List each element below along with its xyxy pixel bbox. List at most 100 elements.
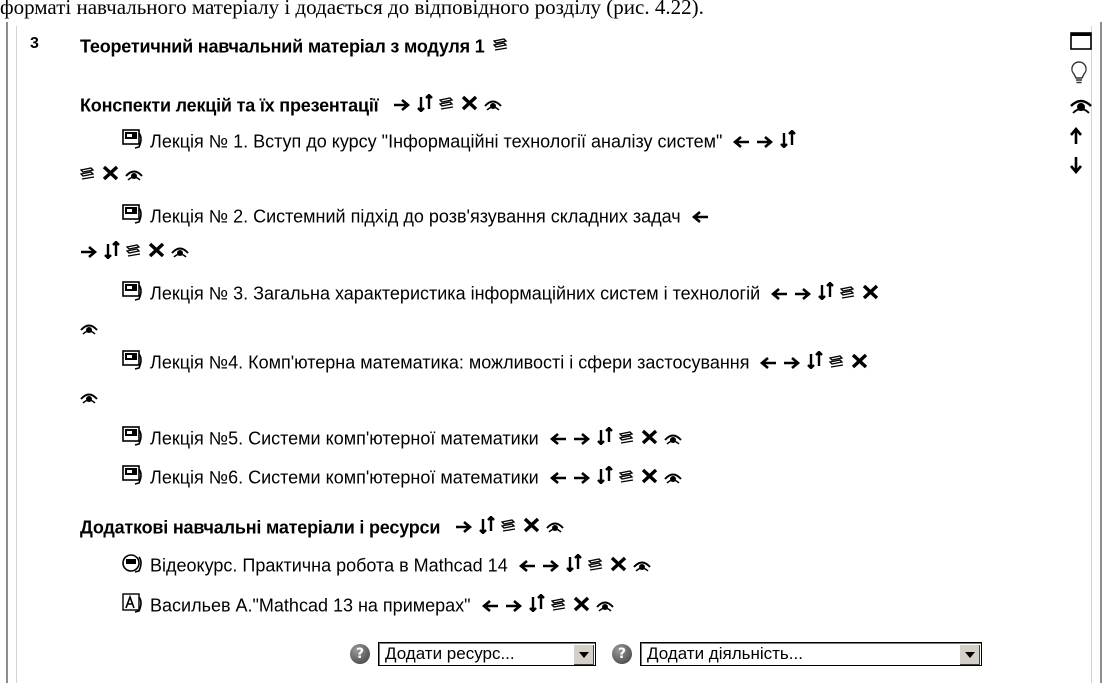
edit-icon[interactable] (493, 35, 509, 57)
eye-icon[interactable] (484, 94, 503, 116)
resource-link[interactable]: Лекція № 1. Вступ до курсу "Інформаційні… (150, 132, 722, 152)
help-icon[interactable]: ? (612, 644, 632, 664)
dropdown-arrow-icon[interactable] (573, 644, 594, 665)
move-icon[interactable] (565, 553, 582, 577)
document-text-fragment: форматі навчального матеріалу і додаєтьс… (0, 0, 704, 19)
resource-link[interactable]: Лекція №6. Системи комп'ютерної математи… (150, 468, 539, 488)
label-title: Додаткові навчальні матеріали і ресурси (80, 517, 441, 538)
eye-icon[interactable] (663, 467, 682, 489)
move-icon[interactable] (780, 129, 797, 153)
delete-icon[interactable] (573, 595, 590, 617)
left-arrow-icon[interactable] (732, 131, 750, 153)
eye-icon[interactable] (125, 164, 143, 186)
move-icon[interactable] (596, 426, 613, 450)
right-arrow-icon[interactable] (455, 516, 473, 538)
pdf-icon (122, 593, 144, 618)
eye-icon[interactable] (80, 318, 98, 340)
label-row: Додаткові навчальні матеріали і ресурси (80, 515, 564, 539)
resource-controls (732, 129, 797, 153)
section-title-row: Теоретичний навчальний матеріал з модуля… (80, 34, 509, 57)
show-only-section-icon[interactable] (1070, 32, 1096, 55)
left-arrow-icon[interactable] (770, 283, 788, 305)
left-arrow-icon[interactable] (481, 595, 499, 617)
help-icon[interactable]: ? (350, 644, 370, 664)
left-arrow-icon[interactable] (549, 467, 567, 489)
resource-controls-wrap (80, 317, 98, 340)
edit-icon[interactable] (618, 428, 635, 450)
edit-icon[interactable] (125, 241, 142, 263)
edit-icon[interactable] (439, 94, 455, 116)
resource-link[interactable]: Лекція №5. Системи комп'ютерної математи… (150, 429, 539, 449)
edit-icon[interactable] (618, 467, 635, 489)
eye-icon[interactable] (546, 516, 564, 538)
left-arrow-icon[interactable] (549, 428, 567, 450)
move-icon[interactable] (479, 515, 495, 539)
resource-controls-wrap (79, 163, 143, 186)
resource-controls-wrap (80, 386, 98, 409)
add-resource-select[interactable]: Додати ресурс... (378, 642, 596, 666)
section-number: 3 (30, 35, 39, 52)
edit-icon[interactable] (550, 595, 567, 617)
eye-icon[interactable] (663, 428, 682, 450)
move-down-icon[interactable] (1070, 156, 1096, 179)
resource-row: Лекція № 2. Системний підхід до розв'язу… (122, 204, 709, 229)
move-icon[interactable] (807, 350, 824, 374)
edit-icon[interactable] (829, 352, 845, 374)
resource-controls (80, 387, 98, 409)
resource-link[interactable]: Лекція № 3. Загальна характеристика інфо… (150, 284, 760, 304)
delete-icon[interactable] (523, 516, 540, 538)
right-arrow-icon[interactable] (573, 428, 591, 450)
right-arrow-icon[interactable] (756, 131, 774, 153)
eye-icon[interactable] (80, 387, 98, 409)
dropdown-arrow-icon[interactable] (959, 644, 980, 665)
move-icon[interactable] (818, 281, 834, 305)
edit-icon[interactable] (587, 555, 604, 577)
resource-link[interactable]: Відеокурс. Практична робота в Mathcad 14 (150, 556, 508, 576)
right-arrow-icon[interactable] (783, 352, 801, 374)
move-icon[interactable] (528, 593, 545, 617)
edit-icon[interactable] (79, 164, 96, 186)
label-controls (393, 93, 503, 117)
right-arrow-icon[interactable] (80, 241, 98, 263)
right-arrow-icon[interactable] (794, 283, 812, 305)
move-up-icon[interactable] (1070, 126, 1096, 150)
delete-icon[interactable] (102, 164, 119, 186)
left-arrow-icon[interactable] (759, 352, 777, 374)
right-arrow-icon[interactable] (393, 94, 411, 116)
resource-controls-wrap (80, 240, 189, 264)
resource-link[interactable]: Лекція № 2. Системний підхід до розв'язу… (150, 207, 681, 227)
eye-icon[interactable] (595, 595, 614, 617)
right-arrow-icon[interactable] (573, 467, 591, 489)
move-icon[interactable] (596, 465, 613, 489)
hide-section-eye-icon[interactable] (1070, 96, 1096, 121)
delete-icon[interactable] (641, 467, 658, 489)
delete-icon[interactable] (641, 428, 658, 450)
left-arrow-icon[interactable] (518, 555, 536, 577)
right-arrow-icon[interactable] (505, 595, 523, 617)
delete-icon[interactable] (461, 94, 478, 116)
delete-icon[interactable] (851, 352, 868, 374)
edit-icon[interactable] (839, 283, 856, 305)
right-arrow-icon[interactable] (542, 555, 560, 577)
resource-row: Лекція №5. Системи комп'ютерної математи… (122, 426, 682, 451)
resource-link[interactable]: Лекція №4. Комп'ютерна математика: можли… (150, 353, 749, 373)
resource-row: Відеокурс. Практична робота в Mathcad 14 (122, 553, 651, 578)
move-icon[interactable] (104, 240, 120, 264)
delete-icon[interactable] (610, 555, 627, 577)
section-tools (1070, 32, 1096, 185)
highlight-lightbulb-icon[interactable] (1070, 61, 1096, 90)
edit-icon[interactable] (500, 516, 517, 538)
resource-link[interactable]: Васильев А."Mathcad 13 на примерах" (150, 596, 471, 616)
add-activity-select[interactable]: Додати діяльність... (640, 642, 982, 666)
eye-icon[interactable] (171, 241, 189, 263)
left-arrow-icon[interactable] (691, 206, 709, 228)
resource-controls (79, 164, 143, 186)
video-icon (122, 553, 144, 578)
powerpoint-icon (122, 281, 144, 306)
resource-controls (549, 426, 682, 450)
section-title: Теоретичний навчальний матеріал з модуля… (80, 36, 485, 57)
eye-icon[interactable] (632, 555, 651, 577)
delete-icon[interactable] (148, 241, 165, 263)
delete-icon[interactable] (862, 283, 879, 305)
move-icon[interactable] (417, 93, 434, 117)
